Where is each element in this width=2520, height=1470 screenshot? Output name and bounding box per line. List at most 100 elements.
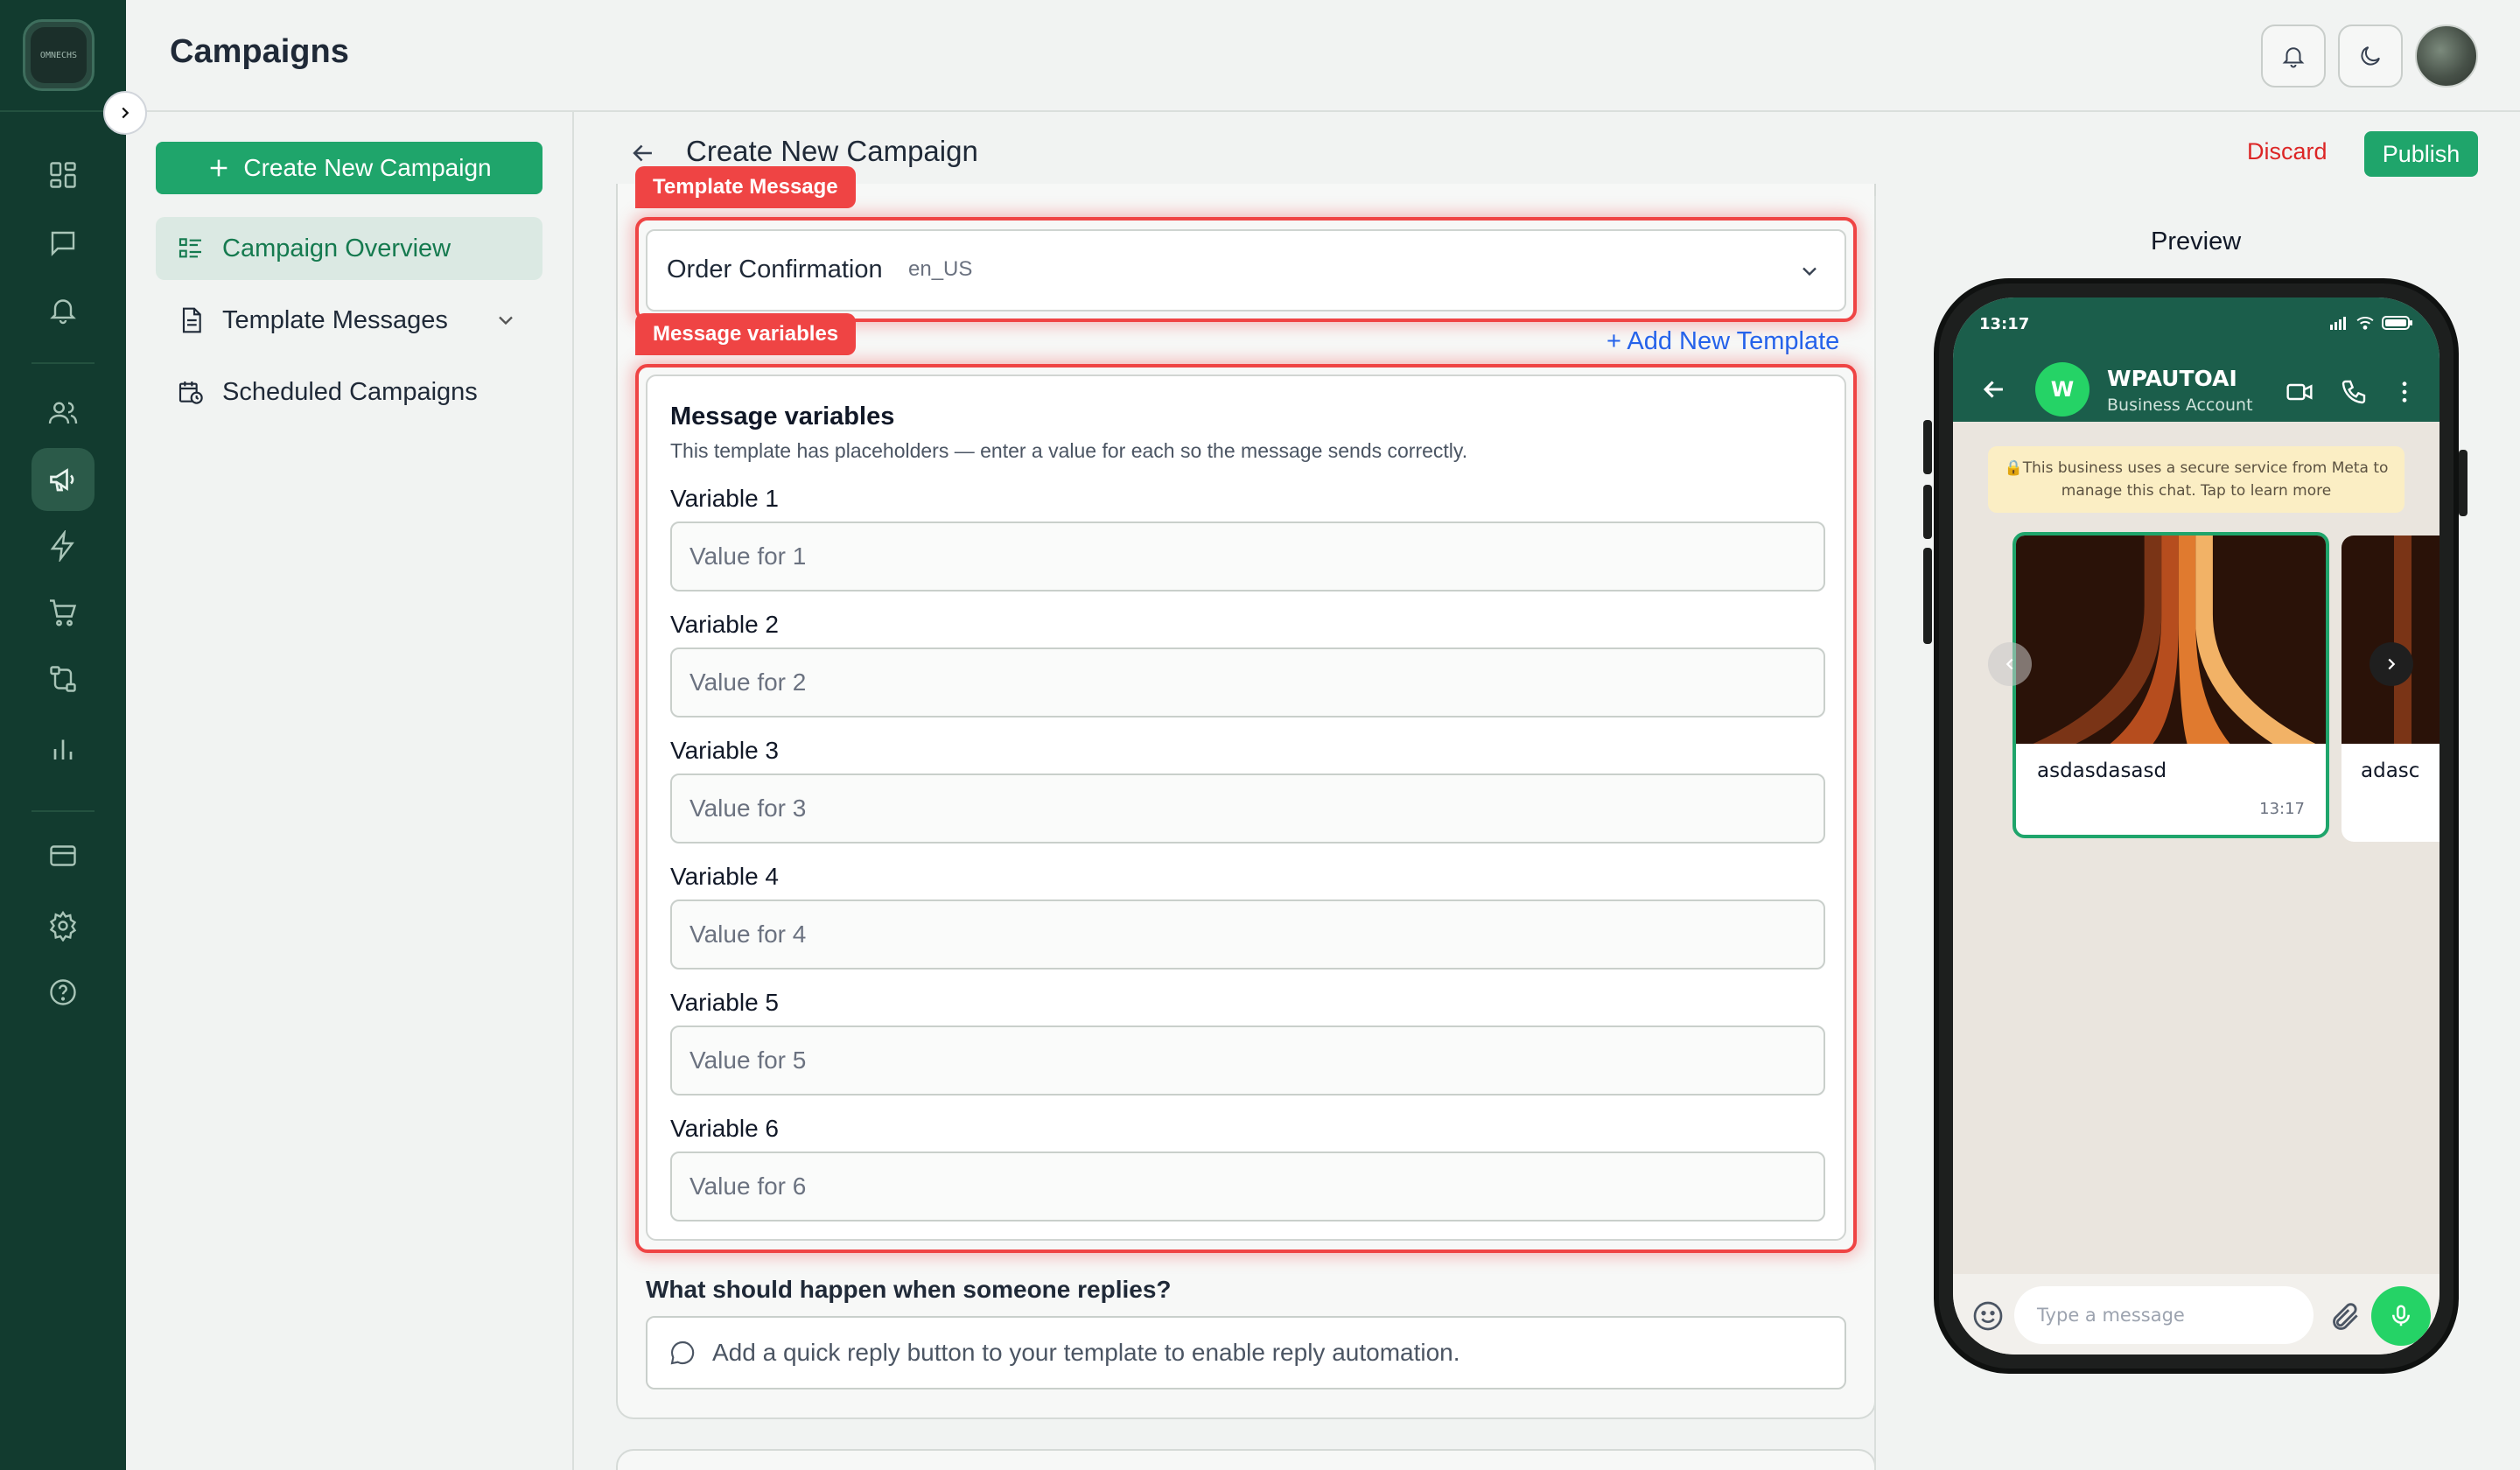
card-image: [2016, 536, 2326, 744]
variable-6-input[interactable]: [670, 1152, 1825, 1222]
page-title: Campaigns: [170, 33, 349, 70]
theme-toggle-button[interactable]: [2338, 24, 2403, 88]
chevron-right-icon: [2388, 658, 2396, 670]
card-time: 13:17: [2259, 800, 2305, 818]
nav-template-messages[interactable]: Template Messages: [156, 289, 542, 352]
campaign-subnav: Create New Campaign Campaign Overview Te…: [126, 112, 574, 1470]
publish-button[interactable]: Publish: [2364, 131, 2478, 177]
variable-label: Variable 5: [670, 989, 780, 1016]
nav-label: Campaign Overview: [222, 234, 452, 262]
phone-button: [2459, 450, 2468, 516]
variables-title: Message variables: [670, 402, 895, 430]
chevron-down-icon: [1802, 267, 1816, 276]
megaphone-icon[interactable]: [32, 448, 94, 511]
document-icon: [182, 307, 201, 333]
create-campaign-button[interactable]: Create New Campaign: [156, 142, 542, 194]
message-input[interactable]: Type a message: [2014, 1286, 2314, 1344]
video-call-icon[interactable]: [2286, 378, 2314, 406]
back-arrow-icon[interactable]: [1979, 374, 2009, 404]
plus-icon: [211, 159, 228, 177]
carousel-card[interactable]: asdasdasasd 13:17: [2012, 532, 2329, 838]
template-locale: en_US: [908, 257, 973, 281]
sidebar-toggle-button[interactable]: [103, 91, 147, 135]
phone-call-icon[interactable]: [2340, 378, 2368, 406]
message-variables-tag: Message variables: [635, 313, 857, 355]
carousel-card[interactable]: adasc: [2342, 536, 2440, 842]
whatsapp-header: 13:17 W WPAUTOAI Business Account: [1953, 298, 2440, 422]
chat-bubble-icon: [670, 1340, 695, 1365]
calendar-clock-icon: [178, 382, 203, 404]
next-section-card: [616, 1449, 1876, 1470]
gear-icon[interactable]: [32, 894, 94, 957]
help-circle-icon[interactable]: [32, 961, 94, 1024]
card-image: [2342, 536, 2440, 744]
variable-label: Variable 4: [670, 863, 780, 890]
nav-campaign-overview[interactable]: Campaign Overview: [156, 217, 542, 280]
flow-icon[interactable]: [32, 648, 94, 710]
bell-icon: [2282, 47, 2305, 68]
variable-4-input[interactable]: [670, 900, 1825, 970]
card-text: asdasdasasd: [2037, 760, 2167, 782]
nav-label: Template Messages: [222, 305, 448, 334]
whatsapp-input-bar: Type a message: [1953, 1274, 2440, 1354]
carousel-prev-button[interactable]: [1988, 642, 2032, 686]
bell-icon[interactable]: [32, 278, 94, 341]
status-time: 13:17: [1979, 315, 2030, 333]
preview-title: Preview: [2151, 228, 2242, 256]
cart-icon[interactable]: [32, 581, 94, 644]
nav-label: Scheduled Campaigns: [222, 377, 478, 406]
template-select[interactable]: Order Confirmation en_US: [646, 229, 1846, 312]
signal-icon: [2330, 317, 2346, 330]
lock-icon: 🔒: [2004, 459, 2023, 477]
logo-text: OMNECHS: [31, 27, 87, 83]
variable-3-input[interactable]: [670, 774, 1825, 844]
phone-button: [1923, 548, 1932, 644]
back-arrow-icon[interactable]: [628, 138, 658, 168]
status-icons: [2329, 315, 2413, 331]
dashboard-grid-icon[interactable]: [32, 144, 94, 206]
more-vertical-icon[interactable]: [2390, 378, 2418, 406]
microphone-icon: [2392, 1305, 2410, 1326]
emoji-icon[interactable]: [1970, 1298, 2006, 1334]
phone-screen: 13:17 W WPAUTOAI Business Account 🔒This …: [1953, 298, 2440, 1354]
users-icon[interactable]: [32, 382, 94, 444]
rail-divider: [32, 362, 94, 364]
chat-bubble-icon[interactable]: [32, 212, 94, 275]
nav-scheduled-campaigns[interactable]: Scheduled Campaigns: [156, 360, 542, 424]
security-notice[interactable]: 🔒This business uses a secure service fro…: [1988, 446, 2404, 513]
variable-label: Variable 6: [670, 1115, 780, 1142]
notice-text: This business uses a secure service from…: [2022, 459, 2389, 500]
template-select-value: Order Confirmation: [667, 256, 883, 284]
variable-2-input[interactable]: [670, 648, 1825, 718]
contact-subtitle: Business Account: [2107, 396, 2253, 415]
reply-question: What should happen when someone replies?: [646, 1276, 1172, 1303]
variable-label: Variable 1: [670, 485, 780, 512]
add-new-template-link[interactable]: + Add New Template: [1606, 327, 1839, 356]
contact-avatar: W: [2035, 362, 2090, 416]
chevron-down-icon[interactable]: [494, 308, 518, 332]
discard-button[interactable]: Discard: [2247, 138, 2328, 165]
credit-card-icon[interactable]: [32, 824, 94, 887]
variable-1-input[interactable]: [670, 522, 1825, 592]
notifications-button[interactable]: [2261, 24, 2326, 88]
paperclip-icon[interactable]: [2329, 1300, 2362, 1334]
moon-icon: [2361, 46, 2380, 66]
user-avatar[interactable]: [2415, 24, 2478, 88]
carousel-next-button[interactable]: [2370, 642, 2413, 686]
list-icon: [178, 238, 201, 258]
phone-button: [1923, 485, 1932, 539]
app-logo[interactable]: OMNECHS: [23, 19, 94, 91]
template-message-tag: Template Message: [635, 166, 856, 208]
lightning-icon[interactable]: [32, 514, 94, 578]
chevron-right-icon: [122, 107, 130, 119]
variable-label: Variable 2: [670, 611, 780, 638]
top-header: Campaigns: [126, 0, 2520, 112]
left-rail: OMNECHS: [0, 0, 126, 1470]
mic-button[interactable]: [2371, 1286, 2431, 1346]
bar-chart-icon[interactable]: [32, 718, 94, 780]
variable-5-input[interactable]: [670, 1026, 1825, 1096]
contact-name: WPAUTOAI: [2107, 366, 2237, 391]
battery-icon: [2382, 316, 2412, 330]
reply-automation-box[interactable]: Add a quick reply button to your templat…: [646, 1316, 1846, 1390]
preview-divider: [1874, 196, 1876, 1470]
